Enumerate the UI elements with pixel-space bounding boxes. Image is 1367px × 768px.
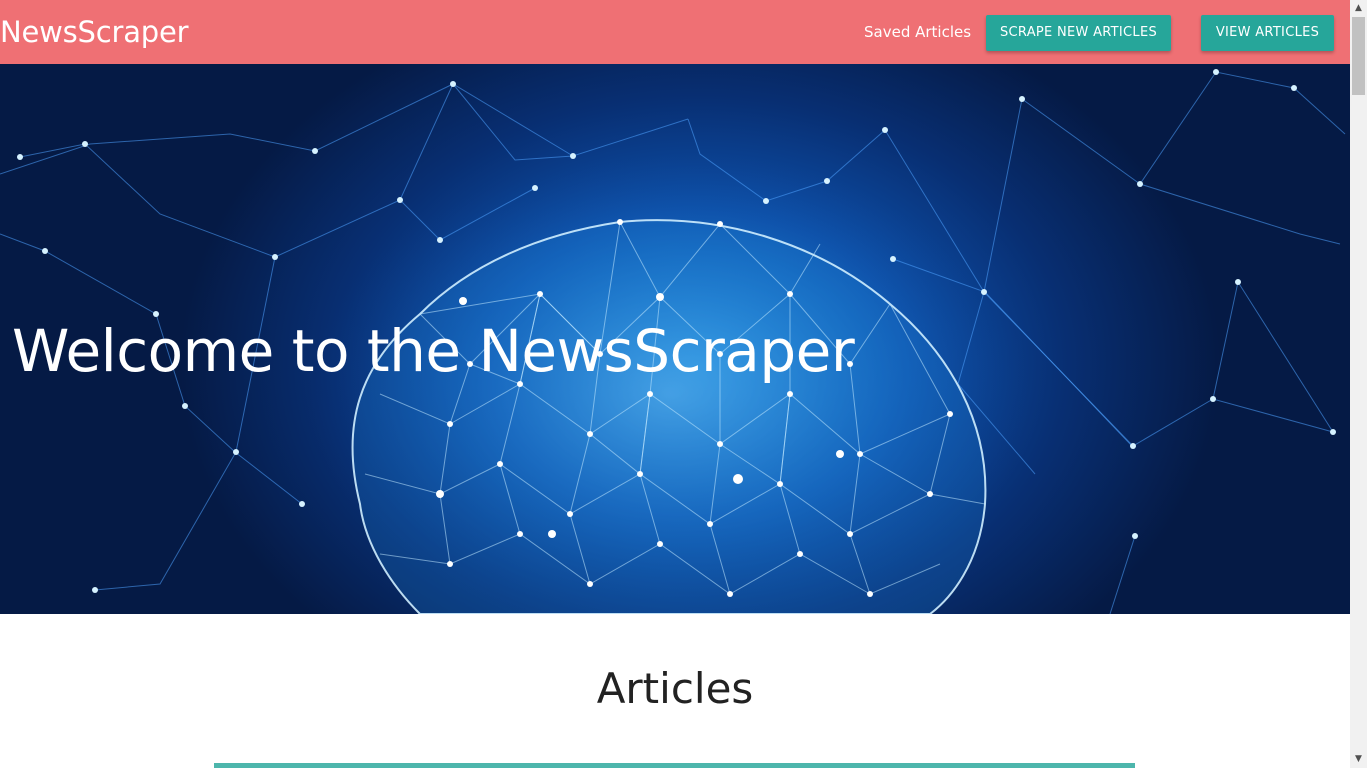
scroll-up-arrow-icon[interactable]: ▲ [1350,0,1367,17]
brand-logo[interactable]: NewsScraper [0,12,189,52]
vertical-scrollbar[interactable]: ▲ ▼ [1350,0,1367,768]
hero-banner: Welcome to the NewsScraper [0,64,1350,614]
article-card-top [214,763,1135,768]
scrape-new-articles-button[interactable]: SCRAPE NEW ARTICLES [986,15,1171,51]
top-navbar: NewsScraper Saved Articles SCRAPE NEW AR… [0,0,1350,64]
page: NewsScraper Saved Articles SCRAPE NEW AR… [0,0,1350,768]
scrollbar-thumb[interactable] [1352,17,1365,95]
articles-heading: Articles [596,664,754,713]
view-articles-button[interactable]: VIEW ARTICLES [1201,15,1334,51]
scroll-down-arrow-icon[interactable]: ▼ [1350,751,1367,768]
hero-title: Welcome to the NewsScraper [12,317,855,385]
saved-articles-link[interactable]: Saved Articles [864,22,971,42]
